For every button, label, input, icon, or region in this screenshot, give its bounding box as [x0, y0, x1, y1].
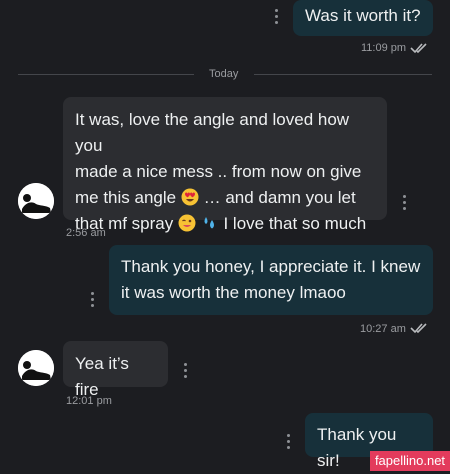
message-time: 11:09 pm	[361, 42, 407, 54]
avatar-silhouette	[18, 350, 54, 386]
message-bubble-incoming[interactable]: Yea it’s fire	[63, 341, 168, 399]
message-fragment: me this angle	[75, 188, 177, 207]
message-line: made a nice mess .. from now on give	[75, 162, 362, 181]
message-time: 12:01 pm	[66, 395, 112, 407]
heart-eyes-emoji	[181, 188, 199, 206]
message-text: Yea it’s fire	[75, 354, 129, 399]
message-bubble-incoming[interactable]: It was, love the angle and loved how you…	[63, 97, 387, 233]
contact-avatar[interactable]	[18, 350, 54, 386]
avatar-silhouette	[18, 183, 54, 219]
message-options-icon[interactable]	[286, 434, 290, 449]
double-check-icon	[410, 43, 427, 54]
message-time: 2:56 am	[66, 227, 106, 239]
message-options-icon[interactable]	[274, 9, 278, 24]
message-time: 10:27 am	[360, 323, 406, 335]
message-line: Thank you honey, I appreciate it. I knew	[121, 257, 421, 276]
message-bubble-outgoing[interactable]: Was it worth it?	[293, 0, 433, 36]
sweat-droplets-emoji	[204, 217, 214, 229]
message-line: it was worth the money lmaoo	[121, 283, 346, 302]
message-options-icon[interactable]	[402, 195, 406, 210]
divider-line-left	[18, 74, 194, 75]
message-text: Was it worth it?	[305, 6, 421, 25]
message-options-icon[interactable]	[183, 363, 187, 378]
message-fragment: I love that so much	[223, 214, 367, 233]
day-divider-label: Today	[209, 68, 239, 80]
contact-avatar[interactable]	[18, 183, 54, 219]
message-line: me this angle … and damn you let	[75, 185, 375, 211]
message-fragment: … and damn you let	[203, 188, 356, 207]
message-options-icon[interactable]	[90, 292, 94, 307]
message-line: It was, love the angle and loved how you	[75, 110, 350, 155]
double-check-icon	[410, 323, 427, 334]
message-line: that mf spray I love that so much	[75, 211, 375, 237]
message-bubble-outgoing[interactable]: Thank you honey, I appreciate it. I knew…	[109, 245, 433, 315]
watermark: fapellino.net	[370, 451, 450, 471]
drooling-face-emoji	[178, 214, 196, 232]
divider-line-right	[254, 74, 432, 75]
